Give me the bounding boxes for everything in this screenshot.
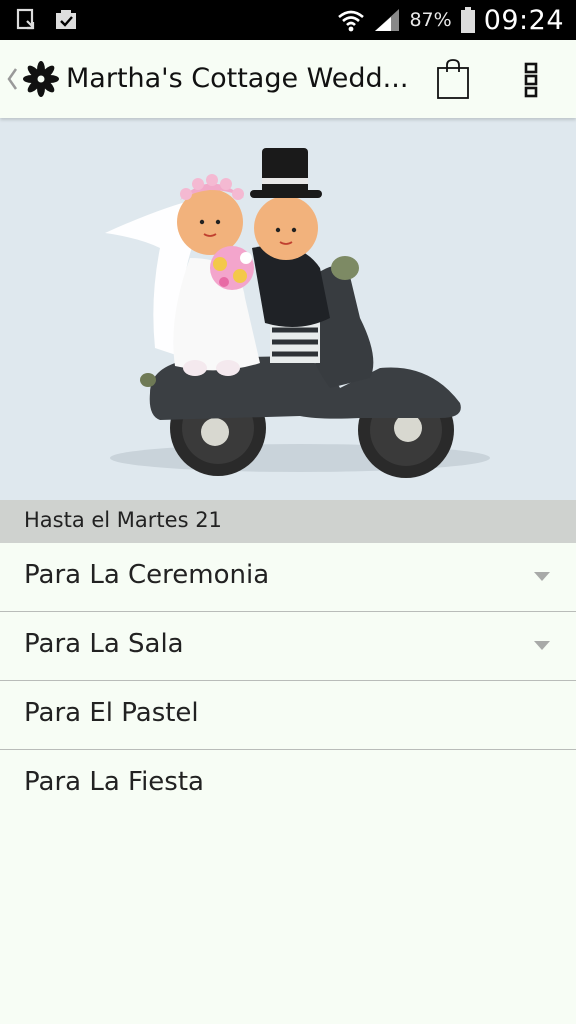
- dropdown-arrow-icon: [534, 641, 550, 650]
- list-item-label: Para La Ceremonia: [24, 560, 270, 590]
- list-item-para-la-ceremonia[interactable]: Para La Ceremonia: [0, 543, 576, 612]
- category-list: Para La Ceremonia Para La Sala Para El P…: [0, 543, 576, 818]
- clipboard-check-icon: [56, 10, 76, 29]
- wedding-couple-scooter-figurine: [105, 148, 490, 478]
- signal-icon: [375, 9, 400, 31]
- overflow-menu-icon[interactable]: [522, 62, 542, 98]
- download-complete-icon: [16, 8, 35, 30]
- hero-image: [0, 118, 576, 500]
- section-header: Hasta el Martes 21: [0, 500, 576, 543]
- section-header-label: Hasta el Martes 21: [24, 508, 222, 532]
- battery-percent: 87%: [409, 9, 452, 31]
- list-item-label: Para La Sala: [24, 629, 184, 659]
- dropdown-arrow-icon: [534, 572, 550, 581]
- clock: 09:24: [483, 4, 564, 36]
- list-item-para-la-fiesta[interactable]: Para La Fiesta: [0, 750, 576, 818]
- wifi-icon: [338, 10, 365, 32]
- battery-icon: [460, 7, 475, 33]
- status-bar: 87% 09:24: [0, 0, 576, 40]
- page-title: Martha's Cottage Wedd...: [66, 63, 406, 94]
- list-item-para-el-pastel[interactable]: Para El Pastel: [0, 681, 576, 750]
- action-bar: Martha's Cottage Wedd...: [0, 40, 576, 118]
- list-item-label: Para El Pastel: [24, 698, 199, 728]
- back-chevron-icon[interactable]: [6, 66, 18, 92]
- list-item-para-la-sala[interactable]: Para La Sala: [0, 612, 576, 681]
- flower-logo-icon[interactable]: [22, 60, 60, 98]
- list-item-label: Para La Fiesta: [24, 767, 204, 797]
- shopping-bag-icon[interactable]: [436, 58, 470, 100]
